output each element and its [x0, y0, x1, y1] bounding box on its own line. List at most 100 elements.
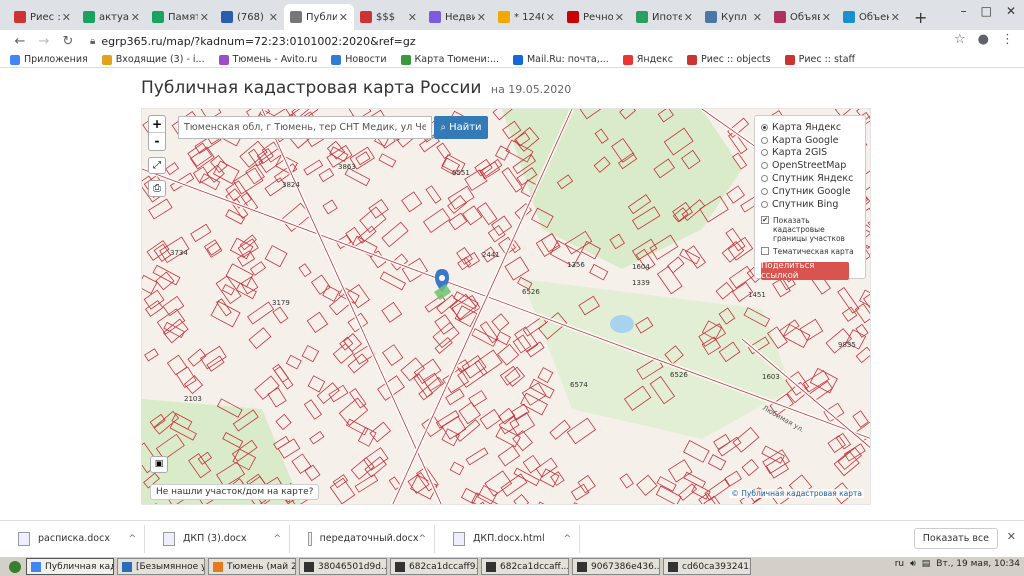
bookmark-item[interactable]: Входящие (3) - i...	[101, 54, 205, 65]
forward-button[interactable]: →	[34, 34, 54, 49]
layer-option[interactable]: Спутник Google	[761, 185, 859, 198]
tab-close-icon[interactable]: ✕	[891, 11, 900, 24]
taskbar-item[interactable]: Тюмень (май 2...	[208, 558, 296, 575]
bookmark-star-icon[interactable]: ☆	[954, 32, 966, 47]
bookmark-item[interactable]: Тюмень - Avito.ru	[218, 54, 317, 65]
browser-tab[interactable]: Памят ✕	[146, 4, 215, 30]
new-tab-button[interactable]: +	[914, 4, 927, 30]
layer-option[interactable]: Карта 2GIS	[761, 147, 859, 160]
bookmark-item[interactable]: Риес :: objects	[686, 54, 771, 65]
tab-close-icon[interactable]: ✕	[477, 11, 486, 24]
reload-button[interactable]: ↻	[58, 34, 78, 49]
parcel-shape	[155, 271, 175, 291]
profile-icon[interactable]: ●	[978, 32, 989, 47]
browser-tab[interactable]: * 1240✕	[492, 4, 561, 30]
address-bar[interactable]: 🔒︎ egrp365.ru/map/?kadnum=72:23:0101002:…	[90, 31, 970, 51]
tab-close-icon[interactable]: ✕	[131, 11, 140, 24]
layer-option[interactable]: Карта Яндекс	[761, 121, 859, 134]
layer-radio[interactable]	[761, 136, 768, 144]
browser-menu-icon[interactable]: ⋮	[1001, 32, 1014, 47]
layer-option[interactable]: Спутник Bing	[761, 198, 859, 211]
keyboard-layout[interactable]: ru	[895, 559, 904, 569]
bookmark-item[interactable]: Риес :: staff	[784, 54, 855, 65]
parcel-shape	[301, 344, 320, 363]
layer-option[interactable]: Спутник Яндекс	[761, 172, 859, 185]
browser-tab[interactable]: Публи ✕	[284, 4, 354, 30]
chevron-up-icon[interactable]: ^	[563, 534, 571, 544]
address-search-input[interactable]	[178, 116, 432, 139]
print-icon[interactable]: ⎙	[148, 180, 166, 197]
show-all-downloads-button[interactable]: Показать все	[913, 528, 998, 549]
chevron-up-icon[interactable]: ^	[418, 534, 426, 544]
close-download-bar-button[interactable]: ✕	[1007, 530, 1016, 543]
find-button[interactable]: ⌕ Найти	[434, 116, 488, 139]
layer-radio[interactable]	[761, 162, 768, 170]
zoom-in-button[interactable]: +	[149, 116, 165, 133]
tab-close-icon[interactable]: ✕	[546, 11, 555, 24]
bookmark-item[interactable]: Яндекс	[622, 54, 673, 65]
close-window-button[interactable]: ✕	[1006, 4, 1016, 18]
tab-close-icon[interactable]: ✕	[615, 11, 624, 24]
network-icon[interactable]: ▤	[922, 559, 931, 569]
map-mode-icon[interactable]: ▣	[150, 456, 168, 473]
layer-radio[interactable]	[761, 149, 768, 157]
cadastral-map[interactable]: 6526 6526 6574 9835 1604 1339 1451 1603 3734 2103…	[141, 108, 871, 505]
bookmark-item[interactable]: Новости	[331, 54, 387, 65]
browser-tab[interactable]: Риес ::✕	[8, 4, 77, 30]
browser-tab[interactable]: Речно ✕	[561, 4, 630, 30]
maximize-button[interactable]: □	[981, 4, 992, 18]
taskbar-item[interactable]: 9067386e436...	[572, 558, 660, 575]
taskbar-item[interactable]: 682ca1dccaff9...	[390, 558, 478, 575]
browser-tab[interactable]: $$$ ✕	[354, 4, 423, 30]
browser-tab[interactable]: актуал✕	[77, 4, 146, 30]
bookmark-item[interactable]: Mail.Ru: почта,...	[512, 54, 609, 65]
download-item[interactable]: ДКП.docx.html ^	[445, 524, 580, 553]
browser-tab[interactable]: Объяв ✕	[768, 4, 837, 30]
minimize-button[interactable]: –	[961, 4, 967, 18]
map-attribution[interactable]: © Публичная кадастровая карта	[729, 489, 864, 498]
download-item[interactable]: передаточный.docx ^	[300, 524, 435, 553]
browser-tab[interactable]: (768) I ✕	[215, 4, 284, 30]
taskbar-item[interactable]: cd60ca393241...	[663, 558, 751, 575]
start-menu-icon[interactable]	[4, 559, 26, 575]
browser-tab[interactable]: Объек✕	[837, 4, 906, 30]
show-borders-checkbox[interactable]: ✔	[761, 215, 769, 224]
chevron-up-icon[interactable]: ^	[273, 534, 281, 544]
taskbar-item[interactable]: [Безымянное у...	[117, 558, 205, 575]
tab-close-icon[interactable]: ✕	[408, 11, 417, 24]
layer-radio[interactable]	[761, 123, 768, 131]
tab-close-icon[interactable]: ✕	[684, 11, 693, 24]
download-item[interactable]: ДКП (3).docx ^	[155, 524, 290, 553]
layer-radio[interactable]	[761, 200, 768, 208]
show-borders-option[interactable]: ✔ Показать кадастровые границы участков	[761, 215, 859, 243]
taskbar-item[interactable]: 682ca1dccaff...	[481, 558, 569, 575]
layer-option[interactable]: Карта Google	[761, 134, 859, 147]
back-button[interactable]: ←	[10, 34, 30, 49]
tab-close-icon[interactable]: ✕	[822, 11, 831, 24]
volume-icon[interactable]: 🔊︎	[910, 559, 916, 569]
layer-radio[interactable]	[761, 175, 768, 183]
tab-close-icon[interactable]: ✕	[753, 11, 762, 24]
tab-close-icon[interactable]: ✕	[269, 11, 278, 24]
fullscreen-icon[interactable]: ⤢	[148, 157, 166, 174]
bookmark-item[interactable]: Приложения	[10, 54, 88, 65]
taskbar-item[interactable]: Публичная кад...	[26, 558, 114, 575]
layer-radio[interactable]	[761, 187, 768, 195]
bookmark-item[interactable]: Карта Тюмени:...	[400, 54, 499, 65]
layer-option[interactable]: OpenStreetMap	[761, 159, 859, 172]
tab-close-icon[interactable]: ✕	[339, 11, 348, 24]
share-link-button[interactable]: Поделиться ссылкой	[761, 261, 849, 281]
chevron-up-icon[interactable]: ^	[128, 534, 136, 544]
download-item[interactable]: расписка.docx ^	[10, 524, 145, 553]
zoom-out-button[interactable]: -	[149, 133, 165, 150]
not-found-link[interactable]: Не нашли участок/дом на карте?	[150, 484, 320, 500]
browser-tab[interactable]: Купл ✕	[699, 4, 768, 30]
browser-tab[interactable]: Ипоте ✕	[630, 4, 699, 30]
thematic-map-option[interactable]: Тематическая карта	[761, 246, 859, 256]
tab-close-icon[interactable]: ✕	[200, 11, 209, 24]
tab-close-icon[interactable]: ✕	[62, 11, 71, 24]
browser-tab[interactable]: Недви ✕	[423, 4, 492, 30]
thematic-checkbox[interactable]	[761, 246, 769, 255]
taskbar-item[interactable]: 38046501d9d...	[299, 558, 387, 575]
parcel-shape	[239, 234, 257, 251]
